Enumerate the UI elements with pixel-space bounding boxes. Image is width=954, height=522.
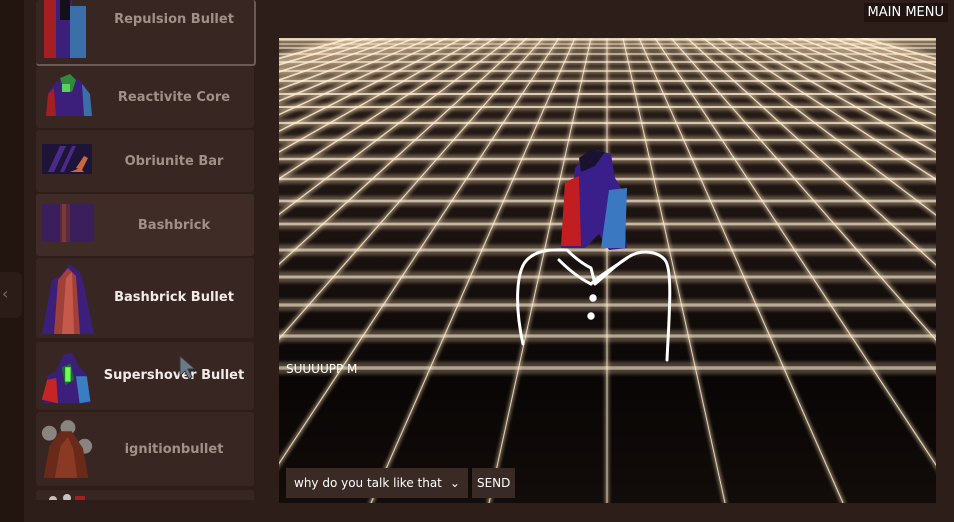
list-item-partial[interactable] [36, 490, 254, 500]
main-menu-button[interactable]: MAIN MENU [863, 3, 948, 22]
obriunite-bar-icon [42, 144, 92, 174]
next-item-icon [49, 494, 85, 500]
left-gutter: ‹ [0, 0, 24, 522]
list-item-reactivite-core[interactable]: Reactivite Core [36, 66, 254, 128]
reactivite-core-icon [46, 74, 92, 116]
list-item-ignitionbullet[interactable]: ignitionbullet [36, 412, 254, 486]
list-item-bashbrick-bullet[interactable]: Bashbrick Bullet [36, 258, 254, 338]
chat-option-dropdown[interactable]: why do you talk like that ⌄ [286, 468, 468, 498]
item-label: Reactivite Core [117, 90, 231, 105]
supershover-bullet-icon [41, 352, 91, 404]
item-label: Obriunite Bar [124, 154, 224, 169]
item-label: Bashbrick [137, 218, 211, 233]
chevron-down-icon: ⌄ [449, 476, 460, 490]
chat-option-label: why do you talk like that [294, 476, 442, 490]
item-label: Repulsion Bullet [114, 12, 234, 27]
item-label: Supershover Bullet [103, 368, 245, 383]
grid-floor [279, 38, 936, 503]
item-label: ignitionbullet [124, 442, 224, 457]
speech-text: SUUUUPP M [286, 362, 358, 376]
game-viewport[interactable]: SUUUUPP M why do you talk like that ⌄ SE… [279, 38, 936, 503]
list-item-repulsion-bullet[interactable]: Repulsion Bullet [36, 0, 256, 66]
repulsion-bullet-icon [44, 0, 86, 58]
list-item-bashbrick[interactable]: Bashbrick [36, 194, 254, 256]
send-button[interactable]: SEND [471, 468, 516, 498]
item-label: Bashbrick Bullet [114, 290, 234, 305]
ignitionbullet-icon [41, 420, 93, 478]
chevron-left-icon[interactable]: ‹ [2, 284, 8, 303]
item-list: Repulsion Bullet Reactivite Core Obriuni… [24, 0, 262, 500]
mouse-cursor-icon [179, 354, 197, 380]
bashbrick-bullet-icon [42, 264, 94, 334]
chat-bar: why do you talk like that ⌄ SEND [286, 468, 516, 498]
list-item-obriunite-bar[interactable]: Obriunite Bar [36, 130, 254, 192]
list-item-supershover-bullet[interactable]: Supershover Bullet [36, 342, 254, 410]
bashbrick-icon [42, 204, 94, 242]
